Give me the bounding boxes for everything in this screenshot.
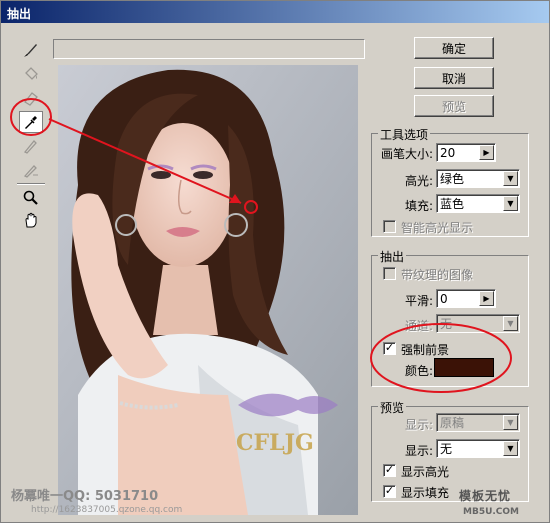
smart-highlight-checkbox[interactable] [383, 220, 396, 233]
toolbox [15, 39, 47, 229]
smooth-label: 平滑: [405, 294, 434, 308]
eraser-icon [19, 87, 43, 109]
spin-right-icon[interactable]: ▶ [479, 145, 494, 160]
textured-image-checkbox[interactable] [383, 267, 396, 280]
fill-select[interactable]: 蓝色 ▼ [436, 194, 520, 213]
brush-size-label: 画笔大小: [381, 147, 434, 161]
display-label: 显示: [405, 444, 434, 458]
show-label: 显示: [405, 418, 434, 432]
smooth-value: 0 [440, 291, 448, 306]
brush-icon[interactable] [19, 39, 43, 61]
extraction-title: 抽出 [378, 248, 407, 265]
smooth-input[interactable]: 0 ▶ [436, 289, 496, 308]
eyedropper-icon[interactable] [19, 111, 43, 133]
highlight-label: 高光: [405, 174, 434, 188]
channel-value: 无 [440, 317, 453, 331]
preview-button[interactable]: 预览 [414, 95, 494, 117]
fill-value: 蓝色 [440, 197, 465, 211]
ok-button[interactable]: 确定 [414, 37, 494, 59]
show-select[interactable]: 原稿 ▼ [436, 413, 520, 432]
author-watermark: 杨冪唯一QQ: 5031710 [11, 489, 159, 504]
channel-label: 通道: [405, 319, 434, 333]
chevron-down-icon[interactable]: ▼ [503, 415, 518, 430]
highlight-value: 绿色 [440, 172, 465, 186]
textured-image-label: 带纹理的图像 [401, 268, 474, 282]
display-value: 无 [440, 442, 453, 456]
hand-icon[interactable] [19, 209, 43, 231]
force-foreground-checkbox[interactable]: ✓ [383, 342, 396, 355]
bucket-icon [19, 63, 43, 85]
dialog-title: 抽出 [1, 1, 549, 23]
site-url: MB5U.COM [463, 507, 520, 517]
brush-size-value: 20 [440, 145, 456, 160]
force-foreground-label: 强制前景 [401, 343, 450, 357]
show-highlight-label: 显示高光 [401, 465, 450, 479]
preview-group-title: 预览 [378, 399, 407, 416]
site-logo: 模板无忧 [459, 489, 512, 503]
channel-select[interactable]: 无 ▼ [436, 314, 520, 333]
extract-dialog: 抽出 CFLJG 确定 取消 预览 工具选项 画笔大小: 20 ▶ 高光: 绿色… [0, 0, 550, 523]
cancel-button[interactable]: 取消 [414, 67, 494, 89]
touchup-icon [19, 159, 43, 181]
chevron-down-icon[interactable]: ▼ [503, 316, 518, 331]
chevron-down-icon[interactable]: ▼ [503, 196, 518, 211]
smart-highlight-label: 智能高光显示 [401, 221, 474, 235]
foreground-color-swatch[interactable] [434, 358, 494, 377]
highlight-select[interactable]: 绿色 ▼ [436, 169, 520, 188]
color-label: 颜色: [405, 364, 434, 378]
chevron-down-icon[interactable]: ▼ [503, 171, 518, 186]
photo-watermark: CFLJG [236, 430, 314, 456]
show-fill-checkbox[interactable]: ✓ [383, 485, 396, 498]
chevron-down-icon[interactable]: ▼ [503, 441, 518, 456]
cleanup-icon [19, 135, 43, 157]
url-watermark: http://1623837005.qzone.qq.com [31, 505, 183, 515]
status-field [53, 39, 365, 59]
brush-size-input[interactable]: 20 ▶ [436, 143, 496, 162]
show-highlight-checkbox[interactable]: ✓ [383, 464, 396, 477]
show-fill-label: 显示填充 [401, 486, 450, 500]
tool-options-title: 工具选项 [378, 126, 431, 143]
image-preview[interactable]: CFLJG [58, 65, 358, 515]
spin-right-icon[interactable]: ▶ [479, 291, 494, 306]
toolbox-divider [17, 183, 45, 185]
show-value: 原稿 [440, 416, 465, 430]
display-select[interactable]: 无 ▼ [436, 439, 520, 458]
magnifier-icon[interactable] [19, 187, 43, 209]
fill-label: 填充: [405, 199, 434, 213]
